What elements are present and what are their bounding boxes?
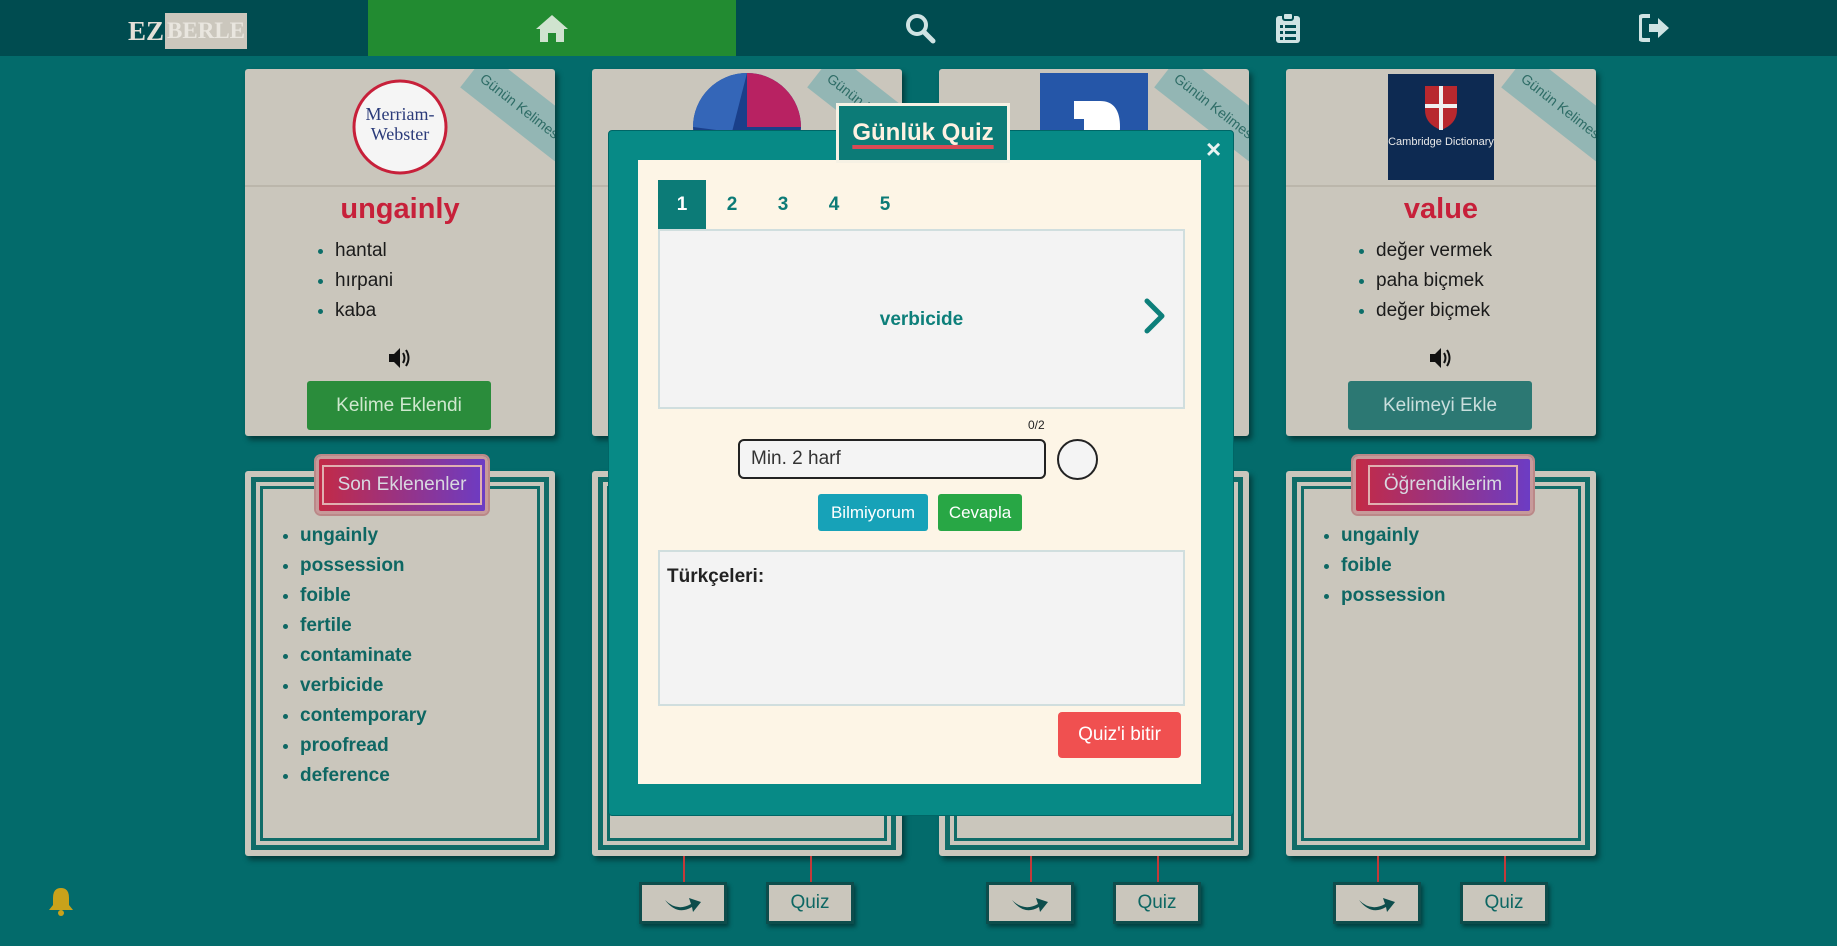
list-item[interactable]: verbicide bbox=[300, 671, 427, 701]
curved-arrow-icon bbox=[1012, 898, 1048, 912]
list-item[interactable]: fertile bbox=[300, 611, 427, 641]
meanings-list: değer vermek paha biçmek değer biçmek bbox=[1286, 236, 1596, 326]
quiz-modal-title: Günlük Quiz bbox=[836, 103, 1010, 163]
top-navbar: EZ BERLE bbox=[0, 0, 1837, 56]
list-item[interactable]: foible bbox=[300, 581, 427, 611]
learned-words-list: ungainly foible possession bbox=[1316, 521, 1446, 611]
swap-button[interactable] bbox=[986, 882, 1074, 924]
meanings-list: hantal hırpani kaba bbox=[245, 236, 555, 326]
home-icon bbox=[536, 15, 568, 42]
logout-icon bbox=[1639, 14, 1669, 42]
list-item[interactable]: deference bbox=[300, 761, 427, 791]
tab-question-3[interactable]: 3 bbox=[758, 180, 808, 229]
meaning-item: hantal bbox=[335, 236, 555, 266]
panel-title-text: Öğrendiklerim bbox=[1367, 465, 1519, 505]
connector-line bbox=[810, 856, 812, 884]
tab-question-4[interactable]: 4 bbox=[809, 180, 859, 229]
notification-button[interactable] bbox=[48, 886, 74, 921]
logo-text-rest: BERLE bbox=[165, 13, 248, 49]
list-item[interactable]: contaminate bbox=[300, 641, 427, 671]
connector-line bbox=[1030, 856, 1032, 884]
logo-text: Cambridge Dictionary bbox=[1388, 136, 1494, 148]
bell-icon bbox=[49, 888, 73, 916]
nav-logout[interactable] bbox=[1615, 0, 1695, 56]
quiz-question-tabs: 1 2 3 4 5 bbox=[658, 180, 911, 229]
chevron-right-icon bbox=[1144, 298, 1165, 334]
cambridge-dictionary-logo[interactable]: Cambridge Dictionary bbox=[1388, 74, 1494, 180]
recent-words-list: ungainly possession foible fertile conta… bbox=[275, 521, 427, 791]
answer-button[interactable]: Cevapla bbox=[938, 494, 1022, 531]
panel-title-text: Son Eklenenler bbox=[321, 465, 483, 505]
tab-question-1[interactable]: 1 bbox=[658, 180, 706, 229]
nav-clipboard[interactable] bbox=[1248, 0, 1328, 56]
list-item[interactable]: ungainly bbox=[300, 521, 427, 551]
answer-status-indicator bbox=[1057, 439, 1098, 480]
word-card-merriam: Merriam-Webster Günün Kelimesi ungainly … bbox=[245, 69, 555, 436]
connector-line bbox=[683, 856, 685, 884]
meaning-item: değer vermek bbox=[1376, 236, 1596, 266]
connector-line bbox=[1504, 856, 1506, 884]
logo-text: Merriam-Webster bbox=[366, 104, 435, 144]
recent-words-title: Son Eklenenler bbox=[316, 456, 488, 514]
list-item[interactable]: ungainly bbox=[1341, 521, 1446, 551]
quiz-button[interactable]: Quiz bbox=[1460, 882, 1548, 924]
connector-line bbox=[1377, 856, 1379, 884]
meaning-item: değer biçmek bbox=[1376, 296, 1596, 326]
list-item[interactable]: proofread bbox=[300, 731, 427, 761]
quiz-title-text: Günlük Quiz bbox=[852, 119, 994, 146]
learned-words-title: Öğrendiklerim bbox=[1353, 456, 1533, 514]
list-item[interactable]: foible bbox=[1341, 551, 1446, 581]
meaning-item: paha biçmek bbox=[1376, 266, 1596, 296]
translations-label: Türkçeleri: bbox=[667, 566, 765, 587]
char-counter: 0/2 bbox=[1028, 418, 1045, 432]
site-logo[interactable]: EZ BERLE bbox=[128, 10, 248, 52]
learned-words-panel: ungainly foible possession bbox=[1286, 471, 1596, 856]
curved-arrow-icon bbox=[1359, 898, 1395, 912]
tab-question-2[interactable]: 2 bbox=[707, 180, 757, 229]
curved-arrow-icon bbox=[665, 898, 701, 912]
quiz-button[interactable]: Quiz bbox=[1113, 882, 1201, 924]
word-added-button[interactable]: Kelime Eklendi bbox=[307, 381, 491, 430]
card-word: value bbox=[1403, 193, 1479, 225]
pronunciation-button[interactable] bbox=[1286, 346, 1596, 374]
swap-button[interactable] bbox=[1333, 882, 1421, 924]
list-item[interactable]: possession bbox=[1341, 581, 1446, 611]
close-icon[interactable]: × bbox=[1206, 134, 1221, 165]
tab-question-5[interactable]: 5 bbox=[860, 180, 910, 229]
swap-button[interactable] bbox=[639, 882, 727, 924]
add-word-button[interactable]: Kelimeyi Ekle bbox=[1348, 381, 1532, 430]
nav-home[interactable] bbox=[368, 0, 736, 56]
connector-line bbox=[1157, 856, 1159, 884]
word-card-cambridge: Cambridge Dictionary Günün Kelimesi valu… bbox=[1286, 69, 1596, 436]
list-item[interactable]: possession bbox=[300, 551, 427, 581]
answer-input[interactable] bbox=[738, 439, 1046, 479]
dont-know-button[interactable]: Bilmiyorum bbox=[818, 494, 928, 531]
next-question-button[interactable] bbox=[1142, 297, 1168, 340]
merriam-webster-logo[interactable]: Merriam-Webster bbox=[351, 78, 449, 176]
meaning-item: kaba bbox=[335, 296, 555, 326]
clipboard-icon bbox=[1276, 12, 1300, 43]
quiz-word-box: verbicide bbox=[658, 229, 1185, 409]
speaker-icon bbox=[1430, 348, 1451, 368]
list-item[interactable]: contemporary bbox=[300, 701, 427, 731]
logo-text-first: EZ bbox=[128, 15, 165, 46]
recent-words-panel: ungainly possession foible fertile conta… bbox=[245, 471, 555, 856]
quiz-button[interactable]: Quiz bbox=[766, 882, 854, 924]
translations-box: Türkçeleri: bbox=[658, 550, 1185, 706]
speaker-icon bbox=[389, 348, 410, 368]
finish-quiz-button[interactable]: Quiz'i bitir bbox=[1058, 712, 1181, 758]
meaning-item: hırpani bbox=[335, 266, 555, 296]
nav-search[interactable] bbox=[880, 0, 960, 56]
search-icon bbox=[906, 14, 936, 44]
pronunciation-button[interactable] bbox=[245, 346, 555, 374]
quiz-word: verbicide bbox=[879, 309, 964, 330]
card-word: ungainly bbox=[340, 193, 460, 225]
